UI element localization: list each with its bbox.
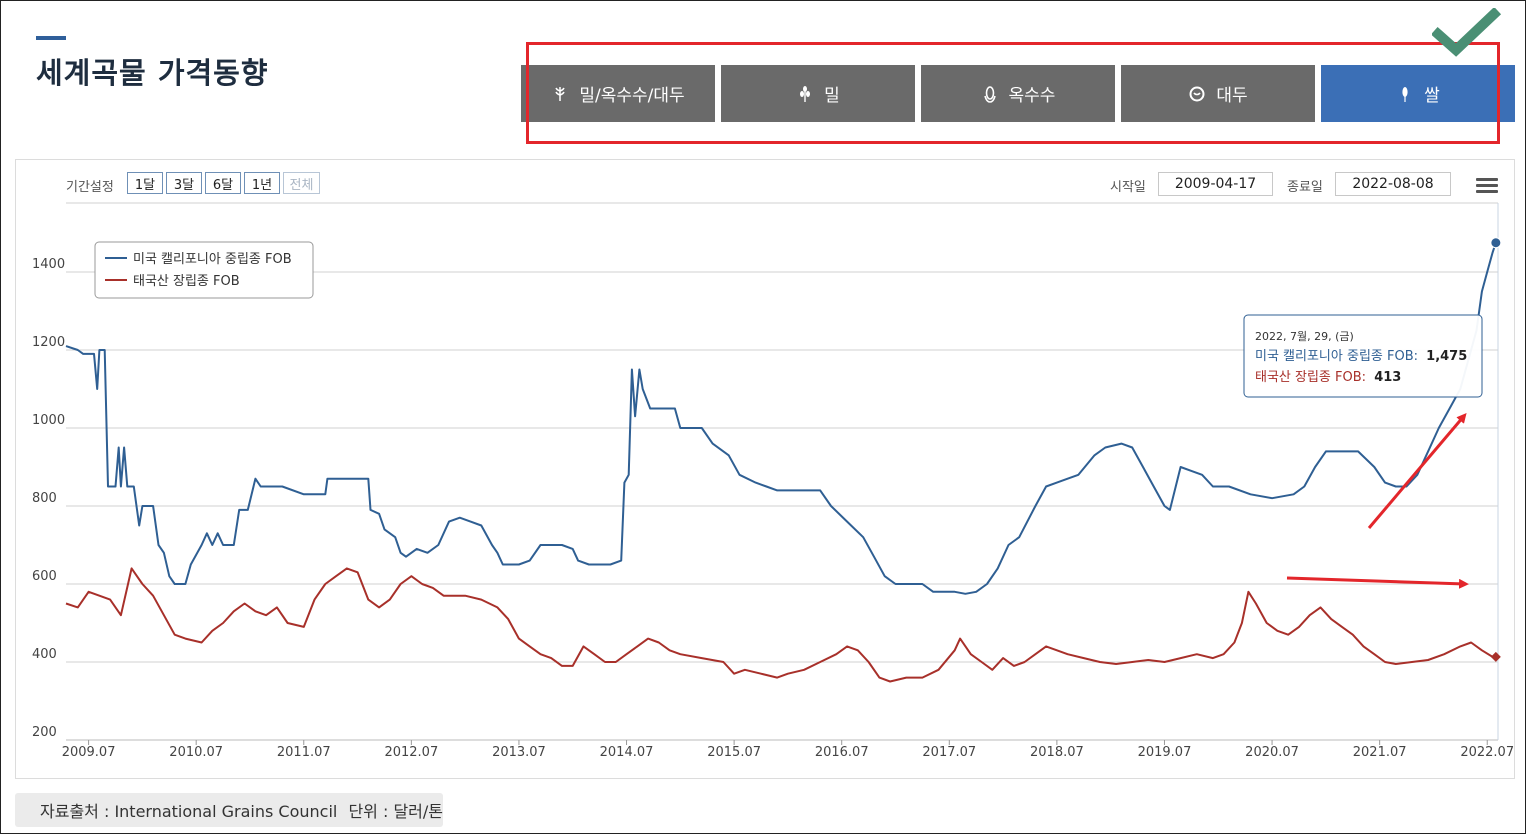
y-tick-label: 200 [32,725,57,740]
x-tick-label: 2011.07 [277,745,331,760]
x-tick-label: 2019.07 [1138,745,1192,760]
tooltip-date: 2022, 7월, 29, (금) [1255,330,1354,343]
x-axis-ticks: 2009.07 2010.07 2011.07 2012.07 2013.07 2014.… [62,740,1514,760]
tooltip-series1-value: 1,475 [1426,349,1467,364]
x-tick-label: 2021.07 [1353,745,1407,760]
y-tick-label: 400 [32,647,57,662]
x-tick-label: 2022.07 [1460,745,1514,760]
y-tick-label: 1000 [32,413,65,428]
x-tick-label: 2017.07 [922,745,976,760]
y-tick-label: 1200 [32,335,65,350]
tooltip-series1-label: 미국 캘리포니아 중립종 FOB: [1255,349,1418,364]
source-text: 자료출처 : International Grains Council [40,802,338,821]
x-tick-label: 2020.07 [1245,745,1299,760]
legend-series1-label: 미국 캘리포니아 중립종 FOB [133,252,292,267]
x-tick-label: 2012.07 [384,745,438,760]
annotation-arrows [1286,412,1469,589]
series2-hover-marker [1490,651,1501,662]
x-tick-label: 2015.07 [707,745,761,760]
price-line-chart: 200400600800100012001400 2009.07 2010.07 2… [32,202,1514,760]
y-tick-label: 600 [32,569,57,584]
x-tick-label: 2010.07 [169,745,223,760]
rising-trend-arrow [1367,412,1467,529]
y-tick-label: 1400 [32,257,65,272]
x-tick-label: 2016.07 [815,745,869,760]
y-axis-ticks: 200 400 600 800 1000 1200 1400 [32,257,65,740]
x-tick-label: 2009.07 [62,745,116,760]
series1-hover-marker [1490,237,1502,249]
x-tick-label: 2018.07 [1030,745,1084,760]
unit-text: 단위 : 달러/톤 [348,802,443,821]
y-tick-label: 800 [32,491,57,506]
chart-series [65,237,1502,683]
data-source-note: 자료출처 : International Grains Council 단위 :… [15,793,443,827]
chart-tooltip: 2022, 7월, 29, (금) 미국 캘리포니아 중립종 FOB: 1,47… [1243,314,1483,398]
flat-trend-arrow [1286,576,1469,589]
series-line-2 [65,567,1496,683]
tooltip-series2-label: 태국산 장립종 FOB: [1255,370,1366,385]
legend-series2-label: 태국산 장립종 FOB [133,274,240,289]
tooltip-series1: 미국 캘리포니아 중립종 FOB: 1,475 [1255,349,1467,364]
tooltip-series2-value: 413 [1374,370,1401,385]
tooltip-series2: 태국산 장립종 FOB: 413 [1255,370,1401,385]
x-tick-label: 2014.07 [600,745,654,760]
chart-legend: 미국 캘리포니아 중립종 FOB 태국산 장립종 FOB [94,241,314,299]
x-tick-label: 2013.07 [492,745,546,760]
